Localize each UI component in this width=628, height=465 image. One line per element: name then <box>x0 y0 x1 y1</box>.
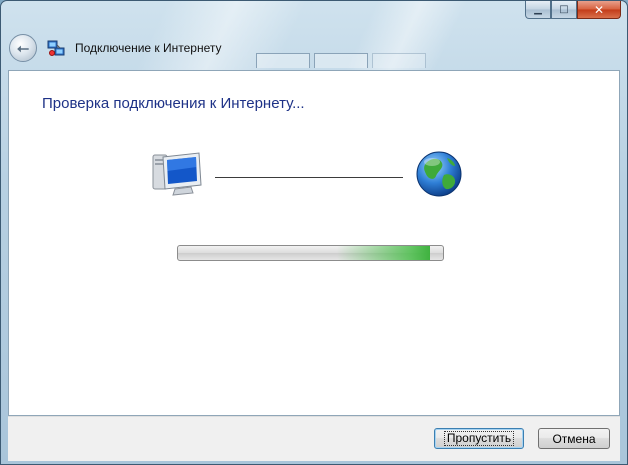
wizard-footer: Пропустить Отмена <box>8 416 620 461</box>
progress-fill <box>337 246 430 260</box>
cancel-button-label: Отмена <box>552 431 596 446</box>
minimize-icon: ▁ <box>534 4 542 15</box>
back-button[interactable]: ⭠ <box>9 34 37 62</box>
skip-button[interactable]: Пропустить <box>434 428 524 449</box>
window-title: Подключение к Интернету <box>75 41 222 55</box>
wizard-title-bar: ⭠ Подключение к Интернету <box>9 33 619 63</box>
wizard-window: ▁ □ ✕ ⭠ Подключение к Интернету Проверка… <box>0 0 628 465</box>
progress-bar <box>177 245 444 261</box>
globe-icon <box>414 149 464 199</box>
wizard-content: Проверка подключения к Интернету... <box>8 70 620 416</box>
connection-line <box>215 177 403 178</box>
close-button[interactable]: ✕ <box>577 1 621 19</box>
caption-buttons: ▁ □ ✕ <box>525 1 621 20</box>
network-connection-icon <box>47 39 65 57</box>
maximize-icon: □ <box>559 4 569 15</box>
cancel-button[interactable]: Отмена <box>538 428 610 449</box>
minimize-button[interactable]: ▁ <box>525 1 551 19</box>
maximize-button[interactable]: □ <box>551 1 577 19</box>
computer-icon <box>149 151 205 199</box>
page-heading: Проверка подключения к Интернету... <box>42 95 305 112</box>
skip-button-label: Пропустить <box>443 431 515 446</box>
close-icon: ✕ <box>593 2 605 17</box>
back-arrow-icon: ⭠ <box>16 39 29 57</box>
